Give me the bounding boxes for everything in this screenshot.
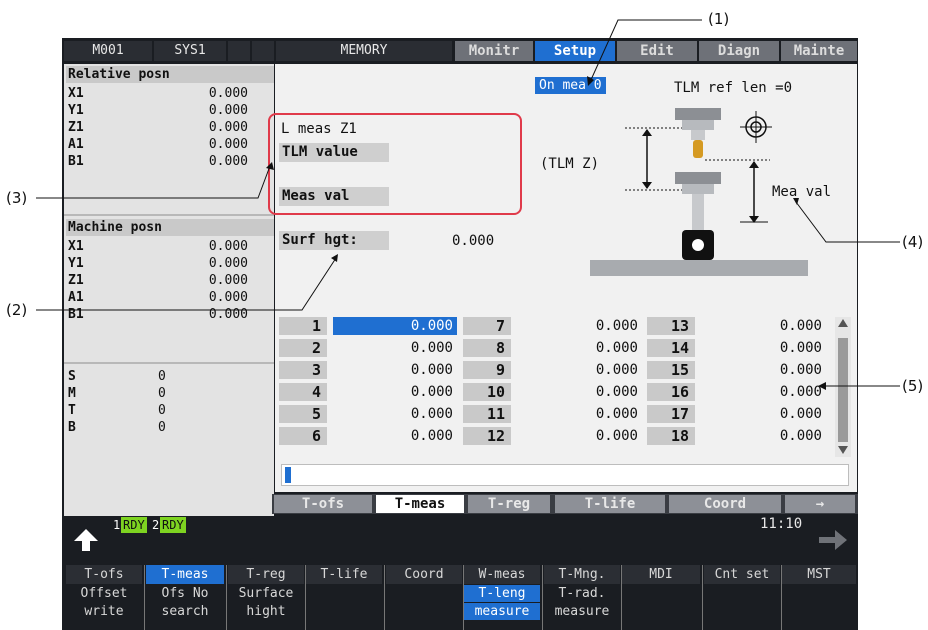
- callout-4: (4): [902, 233, 924, 251]
- callout-1: (1): [708, 10, 730, 28]
- callout-5: (5): [902, 377, 924, 395]
- callout-leader-lines: [36, 19, 900, 390]
- callout-2: (2): [6, 301, 28, 319]
- callout-3: (3): [6, 189, 28, 207]
